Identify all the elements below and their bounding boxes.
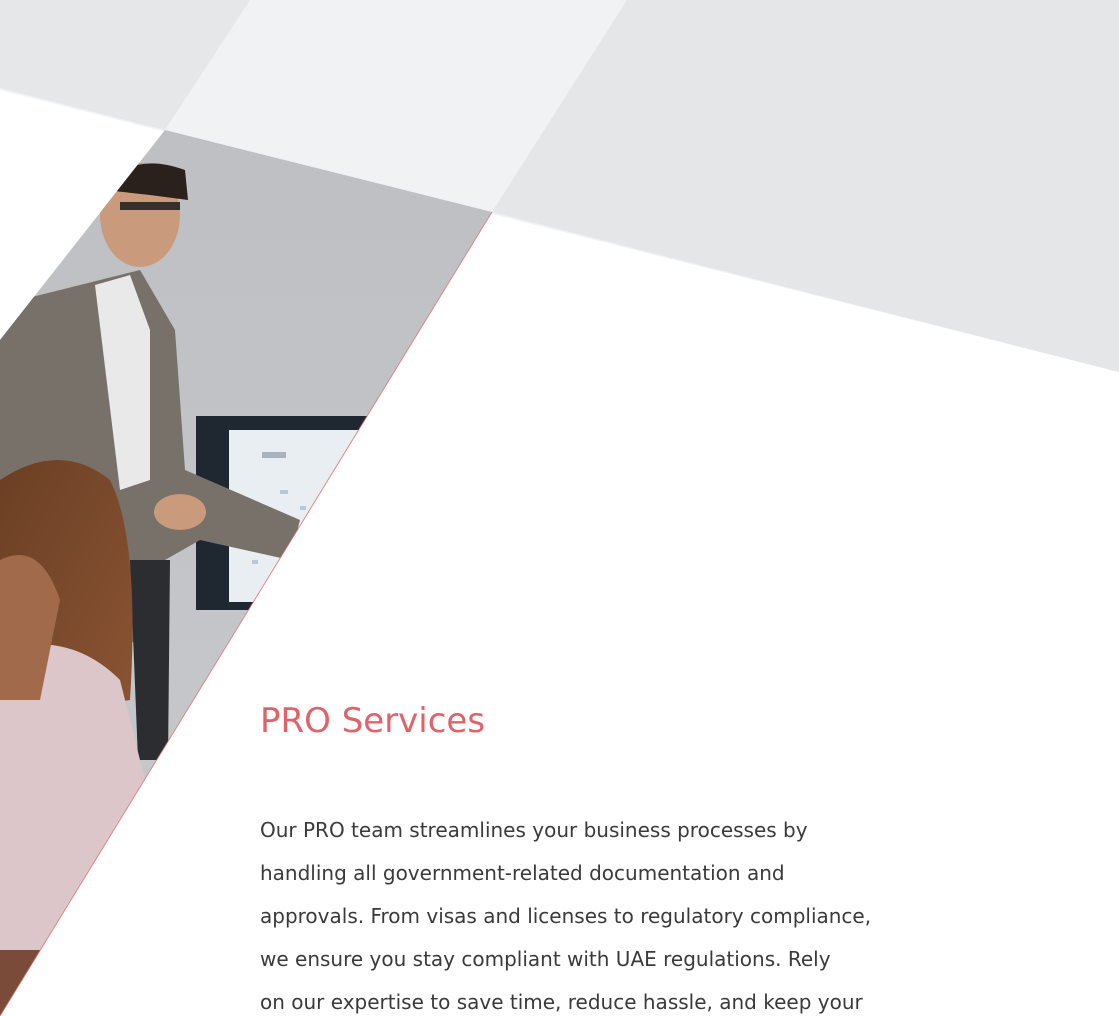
- section-body-text: Our PRO team streamlines your business p…: [260, 809, 1030, 1016]
- body-line: on our expertise to save time, reduce ha…: [260, 990, 863, 1014]
- body-line: handling all government-related document…: [260, 861, 785, 885]
- brochure-page: PRO Services Our PRO team streamlines yo…: [0, 0, 1119, 1016]
- body-line: we ensure you stay compliant with UAE re…: [260, 947, 831, 971]
- body-line: Our PRO team streamlines your business p…: [260, 818, 808, 842]
- body-line: approvals. From visas and licenses to re…: [260, 904, 872, 928]
- section-heading: PRO Services: [260, 701, 486, 741]
